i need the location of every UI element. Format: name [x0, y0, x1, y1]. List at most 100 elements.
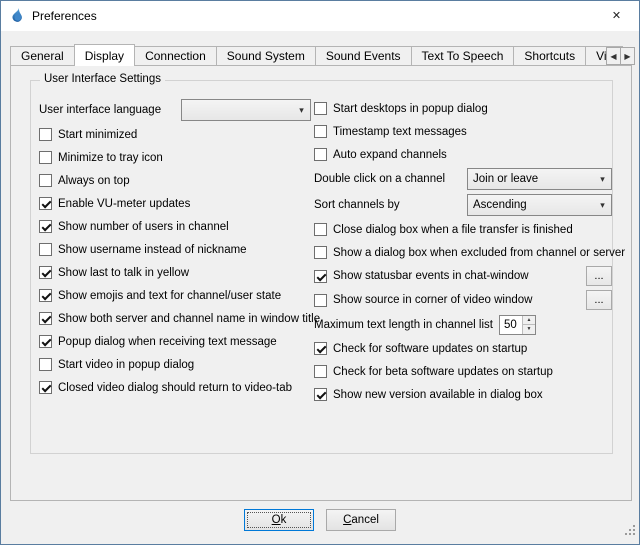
checkbox-label: Show both server and channel name in win… [58, 313, 320, 325]
checkbox-icon [39, 289, 52, 302]
checkbox-timestamp-messages[interactable]: Timestamp text messages [314, 120, 612, 143]
tab-sound-system[interactable]: Sound System [216, 46, 316, 65]
checkbox-label: Check for beta software updates on start… [333, 366, 553, 378]
checkbox-icon [39, 151, 52, 164]
checkbox-label: Enable VU-meter updates [58, 198, 190, 210]
checkbox-label: Start desktops in popup dialog [333, 103, 488, 115]
sort-channels-row: Sort channels by Ascending ▾ [314, 192, 612, 218]
checkbox-icon [314, 365, 327, 378]
checkbox-label: Show username instead of nickname [58, 244, 247, 256]
checkbox-label: Show source in corner of video window [333, 294, 532, 306]
ok-button[interactable]: Ok [244, 509, 314, 531]
checkbox-always-on-top[interactable]: Always on top [39, 169, 311, 192]
checkbox-icon [314, 388, 327, 401]
max-text-length-label: Maximum text length in channel list [314, 319, 493, 331]
checkbox-label: Show emojis and text for channel/user st… [58, 290, 281, 302]
tab-connection[interactable]: Connection [134, 46, 217, 65]
checkbox-start-video-popup[interactable]: Start video in popup dialog [39, 353, 311, 376]
tab-scroll-left-icon[interactable]: ◀ [606, 47, 621, 65]
checkbox-icon [314, 102, 327, 115]
checkbox-icon [314, 294, 327, 307]
group-title: User Interface Settings [40, 73, 165, 85]
checkbox-dialog-when-excluded[interactable]: Show a dialog box when excluded from cha… [314, 241, 612, 264]
checkbox-label: Start minimized [58, 129, 137, 141]
checkbox-show-username-instead-nickname[interactable]: Show username instead of nickname [39, 238, 311, 261]
checkbox-show-last-to-talk[interactable]: Show last to talk in yellow [39, 261, 311, 284]
checkbox-icon [314, 148, 327, 161]
checkbox-label: Show new version available in dialog box [333, 389, 543, 401]
checkbox-enable-vu-meter[interactable]: Enable VU-meter updates [39, 192, 311, 215]
checkbox-server-channel-in-title[interactable]: Show both server and channel name in win… [39, 307, 311, 330]
checkbox-statusbar-events[interactable]: Show statusbar events in chat-window [314, 270, 529, 283]
checkbox-icon [39, 197, 52, 210]
user-interface-settings-group: User Interface Settings User interface l… [30, 80, 613, 454]
dialog-button-row: Ok Cancel [1, 509, 639, 531]
tab-label: Text To Speech [422, 49, 504, 63]
tab-display[interactable]: Display [74, 44, 135, 66]
checkbox-popup-on-text-message[interactable]: Popup dialog when receiving text message [39, 330, 311, 353]
double-click-label: Double click on a channel [314, 173, 445, 185]
tab-sound-events[interactable]: Sound Events [315, 46, 412, 65]
cancel-button[interactable]: Cancel [326, 509, 396, 531]
statusbar-events-config-button[interactable]: ... [586, 266, 612, 286]
chevron-down-icon: ▾ [293, 105, 310, 116]
checkbox-icon [39, 174, 52, 187]
language-select[interactable]: ▾ [181, 99, 311, 121]
checkbox-closed-video-return-tab[interactable]: Closed video dialog should return to vid… [39, 376, 311, 399]
sort-channels-select[interactable]: Ascending ▾ [467, 194, 612, 216]
combo-value: Join or leave [468, 173, 594, 185]
resize-grip-icon[interactable] [624, 523, 636, 541]
statusbar-events-row: Show statusbar events in chat-window ... [314, 264, 612, 288]
window-title: Preferences [32, 9, 97, 23]
tab-scroll-control: ◀ ▶ [606, 47, 635, 65]
language-row: User interface language ▾ [39, 97, 311, 123]
checkbox-label: Show number of users in channel [58, 221, 229, 233]
spinner-value: 50 [500, 316, 522, 334]
checkbox-icon [314, 223, 327, 236]
checkbox-icon [314, 270, 327, 283]
tab-shortcuts[interactable]: Shortcuts [513, 46, 586, 65]
checkbox-show-emojis-state[interactable]: Show emojis and text for channel/user st… [39, 284, 311, 307]
close-icon[interactable]: ✕ [594, 1, 639, 30]
checkbox-icon [314, 246, 327, 259]
spin-down-icon[interactable]: ▼ [523, 325, 535, 334]
tab-text-to-speech[interactable]: Text To Speech [411, 46, 515, 65]
spin-up-icon[interactable]: ▲ [523, 316, 535, 326]
cancel-button-label: Cancel [343, 514, 379, 526]
tab-strip: General Display Connection Sound System … [10, 44, 623, 66]
sort-channels-label: Sort channels by [314, 199, 400, 211]
checkbox-icon [314, 342, 327, 355]
tab-label: Sound System [227, 49, 305, 63]
max-text-length-spinner[interactable]: 50 ▲ ▼ [499, 315, 536, 335]
left-column: User interface language ▾ Start minimize… [39, 97, 311, 399]
checkbox-label: Check for software updates on startup [333, 343, 527, 355]
display-tab-page: User Interface Settings User interface l… [10, 65, 632, 501]
app-icon [9, 8, 25, 24]
spinner-buttons: ▲ ▼ [522, 316, 535, 334]
checkbox-minimize-to-tray[interactable]: Minimize to tray icon [39, 146, 311, 169]
checkbox-icon [39, 220, 52, 233]
tab-scroll-right-icon[interactable]: ▶ [620, 47, 635, 65]
preferences-dialog: Preferences ✕ General Display Connection… [0, 0, 640, 545]
video-source-config-button[interactable]: ... [586, 290, 612, 310]
checkbox-label: Minimize to tray icon [58, 152, 163, 164]
checkbox-auto-expand-channels[interactable]: Auto expand channels [314, 143, 612, 166]
checkbox-show-new-version[interactable]: Show new version available in dialog box [314, 383, 612, 406]
checkbox-icon [39, 335, 52, 348]
title-bar[interactable]: Preferences ✕ [1, 1, 639, 31]
tab-label: Display [85, 49, 124, 63]
checkbox-close-dialog-file-transfer[interactable]: Close dialog box when a file transfer is… [314, 218, 612, 241]
double-click-select[interactable]: Join or leave ▾ [467, 168, 612, 190]
checkbox-check-updates[interactable]: Check for software updates on startup [314, 337, 612, 360]
checkbox-check-beta-updates[interactable]: Check for beta software updates on start… [314, 360, 612, 383]
checkbox-label: Show a dialog box when excluded from cha… [333, 247, 625, 259]
checkbox-show-number-of-users[interactable]: Show number of users in channel [39, 215, 311, 238]
checkbox-label: Auto expand channels [333, 149, 447, 161]
checkbox-show-video-source[interactable]: Show source in corner of video window [314, 294, 532, 307]
tab-label: Sound Events [326, 49, 401, 63]
checkbox-start-minimized[interactable]: Start minimized [39, 123, 311, 146]
checkbox-start-desktops-popup[interactable]: Start desktops in popup dialog [314, 97, 612, 120]
chevron-down-icon: ▾ [594, 200, 611, 211]
checkbox-icon [39, 358, 52, 371]
tab-general[interactable]: General [10, 46, 75, 65]
